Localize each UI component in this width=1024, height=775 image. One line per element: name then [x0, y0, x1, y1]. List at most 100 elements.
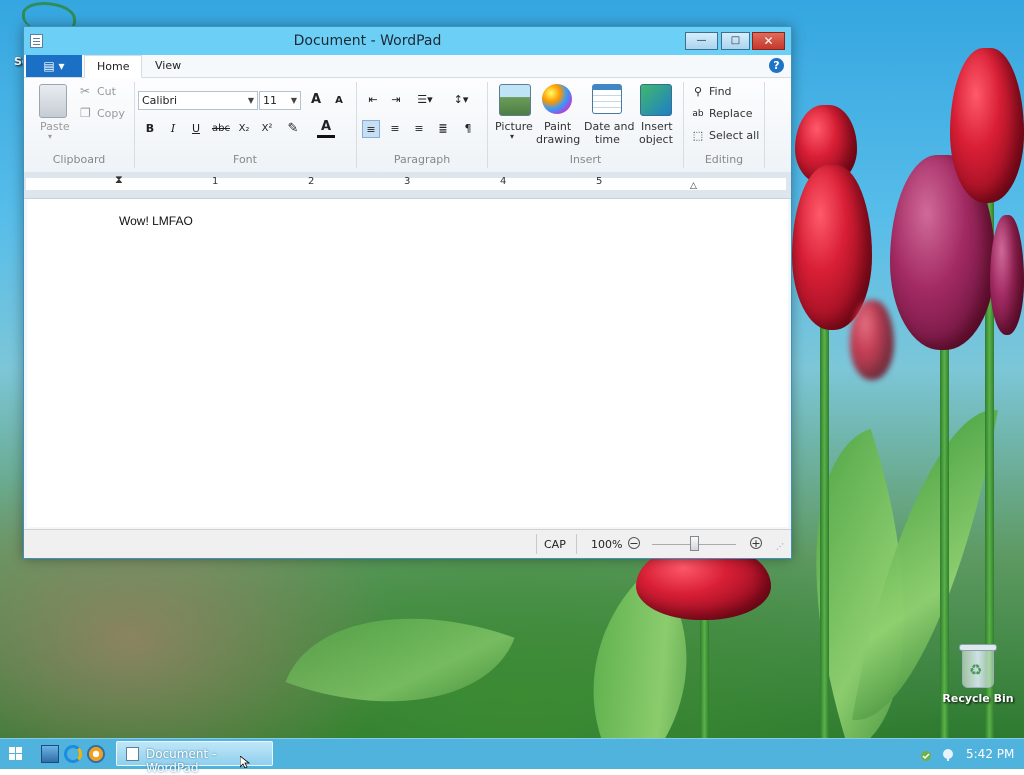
- find-icon[interactable]: ⚲: [689, 83, 707, 101]
- ruler-mark: 4: [500, 176, 507, 187]
- paint-drawing-icon[interactable]: [542, 84, 572, 114]
- ruler-mark: 1: [212, 176, 219, 187]
- zoom-slider-thumb[interactable]: [690, 536, 699, 551]
- align-right-icon[interactable]: ≡: [410, 120, 428, 138]
- windows-logo-icon: [9, 747, 15, 753]
- ruler-mark: 5: [596, 176, 603, 187]
- highlight-pen-icon[interactable]: ✎: [284, 120, 302, 138]
- wallpaper-stem: [700, 610, 709, 738]
- wallpaper-tulip: [990, 215, 1024, 335]
- picture-dropdown-icon[interactable]: ▾: [510, 132, 514, 141]
- select-all-button[interactable]: Select all: [709, 129, 759, 142]
- strikethrough-button[interactable]: abc: [210, 120, 232, 138]
- tab-view[interactable]: View: [143, 55, 193, 77]
- action-center-icon[interactable]: [920, 746, 936, 762]
- wallpaper-tulip: [950, 48, 1024, 203]
- status-divider: [536, 534, 537, 554]
- font-color-button[interactable]: A: [317, 118, 335, 138]
- app-menu-button[interactable]: ▤ ▾: [26, 55, 82, 77]
- insert-object-label-1[interactable]: Insert: [641, 120, 673, 133]
- date-and-time-label-1[interactable]: Date and: [584, 120, 634, 133]
- status-bar: CAP 100% − + ⋰: [24, 529, 791, 558]
- paste-dropdown-icon[interactable]: ▾: [48, 132, 52, 141]
- document-area[interactable]: Wow! LMFAO: [27, 199, 788, 527]
- select-all-icon[interactable]: ⬚: [689, 127, 707, 145]
- shrink-font-button[interactable]: A: [330, 92, 348, 110]
- cut-icon[interactable]: ✂: [80, 84, 90, 98]
- insert-group-label: Insert: [569, 153, 602, 166]
- font-size-select[interactable]: 11 ▼: [259, 91, 301, 110]
- replace-icon[interactable]: ab: [689, 105, 707, 123]
- increase-indent-icon[interactable]: ⇥: [387, 91, 405, 109]
- paint-drawing-label-1[interactable]: Paint: [544, 120, 571, 133]
- recycle-bin-label[interactable]: Recycle Bin: [942, 692, 1014, 705]
- font-group-label: Font: [233, 153, 257, 166]
- ribbon: Paste ▾ ✂ Cut ❐ Copy Clipboard Calibri ▼…: [24, 78, 791, 173]
- subscript-button[interactable]: X₂: [235, 120, 253, 138]
- internet-explorer-icon[interactable]: [64, 745, 82, 763]
- justify-icon[interactable]: ≣: [434, 120, 452, 138]
- right-indent-marker-icon[interactable]: △: [690, 181, 697, 191]
- ruler-mark: 3: [404, 176, 411, 187]
- minimize-button[interactable]: —: [685, 32, 718, 50]
- grow-font-button[interactable]: A: [307, 91, 325, 109]
- zoom-out-button[interactable]: −: [628, 537, 640, 549]
- maximize-button[interactable]: □: [721, 32, 750, 50]
- bold-button[interactable]: B: [141, 120, 159, 138]
- paste-icon[interactable]: [39, 84, 67, 118]
- status-divider: [576, 534, 577, 554]
- align-left-icon[interactable]: ≡: [362, 120, 380, 138]
- wordpad-app-icon: [126, 747, 139, 761]
- font-family-select[interactable]: Calibri ▼: [138, 91, 258, 110]
- copy-button[interactable]: Copy: [97, 107, 125, 120]
- document-text[interactable]: Wow! LMFAO: [119, 214, 193, 228]
- line-spacing-icon[interactable]: ↕▾: [448, 91, 474, 109]
- close-button[interactable]: ✕: [752, 32, 785, 50]
- paint-drawing-label-2[interactable]: drawing: [536, 133, 580, 146]
- decrease-indent-icon[interactable]: ⇤: [364, 91, 382, 109]
- chevron-down-icon: ▼: [290, 96, 297, 105]
- date-and-time-label-2[interactable]: time: [595, 133, 620, 146]
- wallpaper-stem: [820, 320, 829, 738]
- indent-marker-icon[interactable]: ⧗: [115, 173, 123, 187]
- font-size-value: 11: [263, 94, 277, 107]
- network-icon[interactable]: [940, 746, 956, 762]
- copy-icon[interactable]: ❐: [80, 106, 91, 120]
- zoom-in-button[interactable]: +: [750, 537, 762, 549]
- ruler[interactable]: 1 2 3 4 5 ⧗ △: [24, 172, 791, 199]
- find-button[interactable]: Find: [709, 85, 732, 98]
- align-center-icon[interactable]: ≡: [386, 120, 404, 138]
- recycle-bin[interactable]: Recycle Bin: [942, 644, 1014, 705]
- ruler-mark: 2: [308, 176, 315, 187]
- cut-button[interactable]: Cut: [97, 85, 116, 98]
- tab-home[interactable]: Home: [84, 55, 143, 78]
- ribbon-tab-row: ▤ ▾ Home View ?: [24, 55, 791, 78]
- wallpaper-leaf: [285, 569, 515, 738]
- help-icon[interactable]: ?: [769, 58, 784, 73]
- font-family-value: Calibri: [142, 94, 178, 107]
- start-button[interactable]: [9, 747, 23, 761]
- clock[interactable]: 5:42 PM: [966, 747, 1014, 761]
- title-bar[interactable]: Document - WordPad — □ ✕: [24, 27, 791, 55]
- picture-icon[interactable]: [499, 84, 531, 116]
- recycle-bin-icon[interactable]: [959, 644, 997, 688]
- replace-button[interactable]: Replace: [709, 107, 753, 120]
- paragraph-settings-icon[interactable]: ¶: [459, 120, 477, 138]
- italic-button[interactable]: I: [164, 120, 182, 138]
- group-divider: [356, 82, 357, 168]
- superscript-button[interactable]: X²: [258, 120, 276, 138]
- date-and-time-icon[interactable]: [592, 84, 622, 114]
- insert-object-icon[interactable]: [640, 84, 672, 116]
- media-player-icon[interactable]: [87, 745, 105, 763]
- bullet-list-icon[interactable]: ☰▾: [412, 91, 438, 109]
- zoom-level: 100%: [591, 538, 623, 551]
- underline-button[interactable]: U: [187, 120, 205, 138]
- desktop-computer-icon[interactable]: [41, 745, 59, 763]
- insert-object-label-2[interactable]: object: [639, 133, 673, 146]
- editing-group-label: Editing: [704, 153, 744, 166]
- resize-grip-icon[interactable]: ⋰: [776, 542, 784, 551]
- paragraph-group-label: Paragraph: [393, 153, 451, 166]
- paste-button[interactable]: Paste: [40, 120, 70, 133]
- group-divider: [487, 82, 488, 168]
- mouse-cursor-icon: [240, 756, 250, 768]
